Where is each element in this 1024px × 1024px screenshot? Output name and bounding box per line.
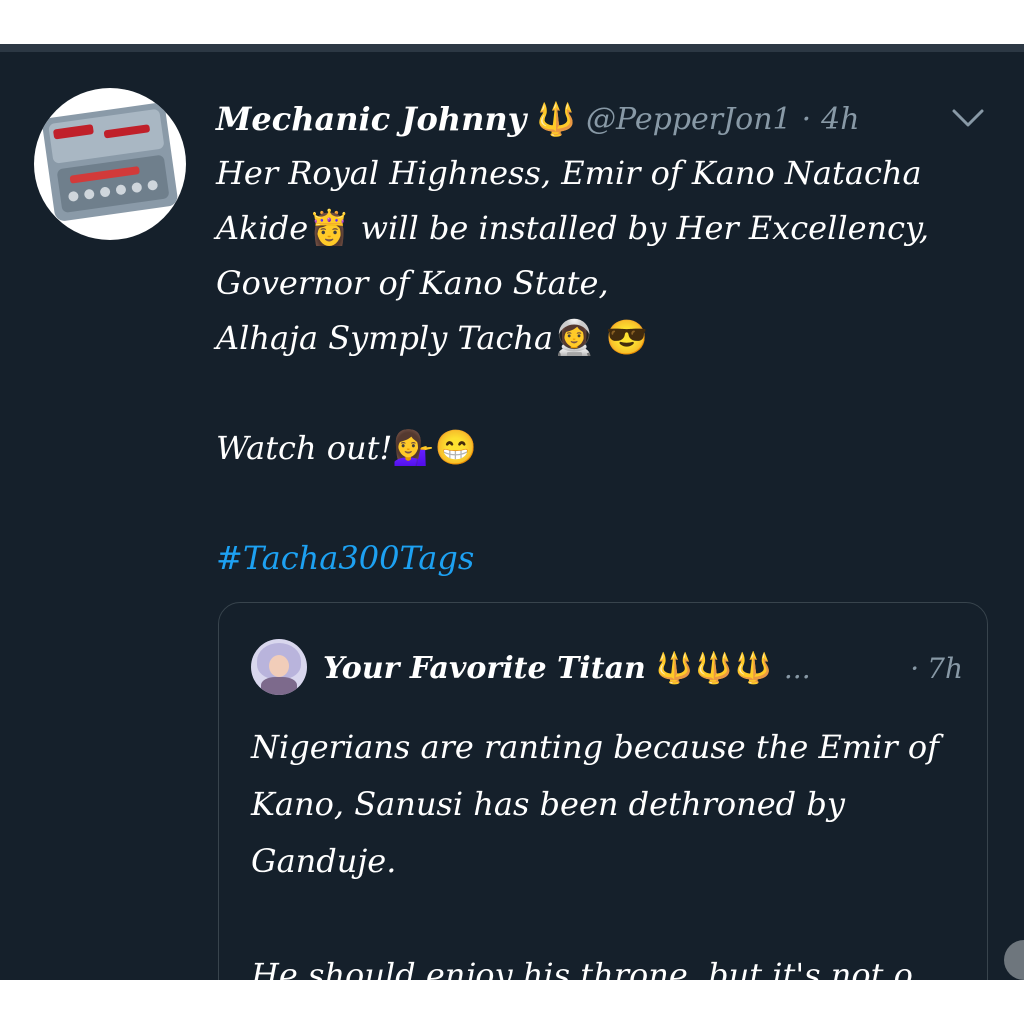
quoted-line: Ganduje. <box>251 842 397 880</box>
avatar[interactable] <box>34 88 186 240</box>
quoted-author-name[interactable]: Your Favorite Titan <box>323 651 646 686</box>
bottom-margin <box>0 980 1024 1024</box>
quoted-header: Your Favorite Titan 🔱🔱🔱 ... · 7h <box>323 643 963 693</box>
tweet-text: Her Royal Highness, Emir of Kano Natacha… <box>216 146 976 586</box>
tweet-line-text: Alhaja Symply Tacha <box>216 319 554 357</box>
trident-emojis: 🔱🔱🔱 <box>655 650 774 686</box>
quoted-tweet[interactable]: Your Favorite Titan 🔱🔱🔱 ... · 7h Nigeria… <box>218 602 988 980</box>
tweet-line-text: Watch out! <box>216 429 393 467</box>
trident-emoji: 🔱 <box>536 100 577 138</box>
tweet-header: Mechanic Johnny 🔱 @PepperJon1 · 4h <box>216 94 916 144</box>
header-divider <box>0 44 1024 52</box>
grin-emoji: 😁 <box>434 428 478 468</box>
author-name[interactable]: Mechanic Johnny <box>216 100 526 138</box>
hashtag-link[interactable]: #Tacha300Tags <box>216 539 474 577</box>
sunglasses-emoji: 😎 <box>605 318 648 358</box>
separator-dot: · <box>910 651 920 685</box>
toolbox-icon <box>41 101 179 223</box>
tweet-line-text: will be installed by Her Excellency, <box>360 209 930 247</box>
separator-dot: · <box>801 101 812 137</box>
name-ellipsis: ... <box>783 651 811 685</box>
quoted-timestamp[interactable]: 7h <box>927 652 963 685</box>
chevron-down-icon[interactable] <box>948 98 988 138</box>
timestamp[interactable]: 4h <box>821 102 859 137</box>
top-margin <box>0 0 1024 44</box>
astronaut-emoji: 👩‍🚀 <box>553 318 596 358</box>
quoted-line: Nigerians are ranting because the Emir o… <box>251 728 939 766</box>
tweet-line: Watch out!💁‍♀️😁 <box>216 421 976 476</box>
quoted-text: Nigerians are ranting because the Emir o… <box>251 719 971 980</box>
author-handle[interactable]: @PepperJon1 <box>586 102 792 137</box>
tweet-line: Akide👸 will be installed by Her Excellen… <box>216 201 976 256</box>
quoted-avatar[interactable] <box>251 639 307 695</box>
tweet-line: #Tacha300Tags <box>216 531 976 586</box>
tweet-line: Governor of Kano State, <box>216 264 609 302</box>
tweet-card[interactable]: Mechanic Johnny 🔱 @PepperJon1 · 4h Her R… <box>0 52 1024 980</box>
tweet-line: Her Royal Highness, Emir of Kano Natacha <box>216 154 922 192</box>
tweet-line: Alhaja Symply Tacha👩‍🚀 😎 <box>216 311 976 366</box>
princess-emoji: 👸 <box>308 208 351 248</box>
quoted-line: He should enjoy his throne, but it's not… <box>251 956 943 980</box>
tipping-hand-emoji: 💁‍♀️ <box>392 428 435 468</box>
quoted-line: Kano, Sanusi has been dethroned by <box>251 785 845 823</box>
tweet-line-text: Akide <box>216 209 309 247</box>
